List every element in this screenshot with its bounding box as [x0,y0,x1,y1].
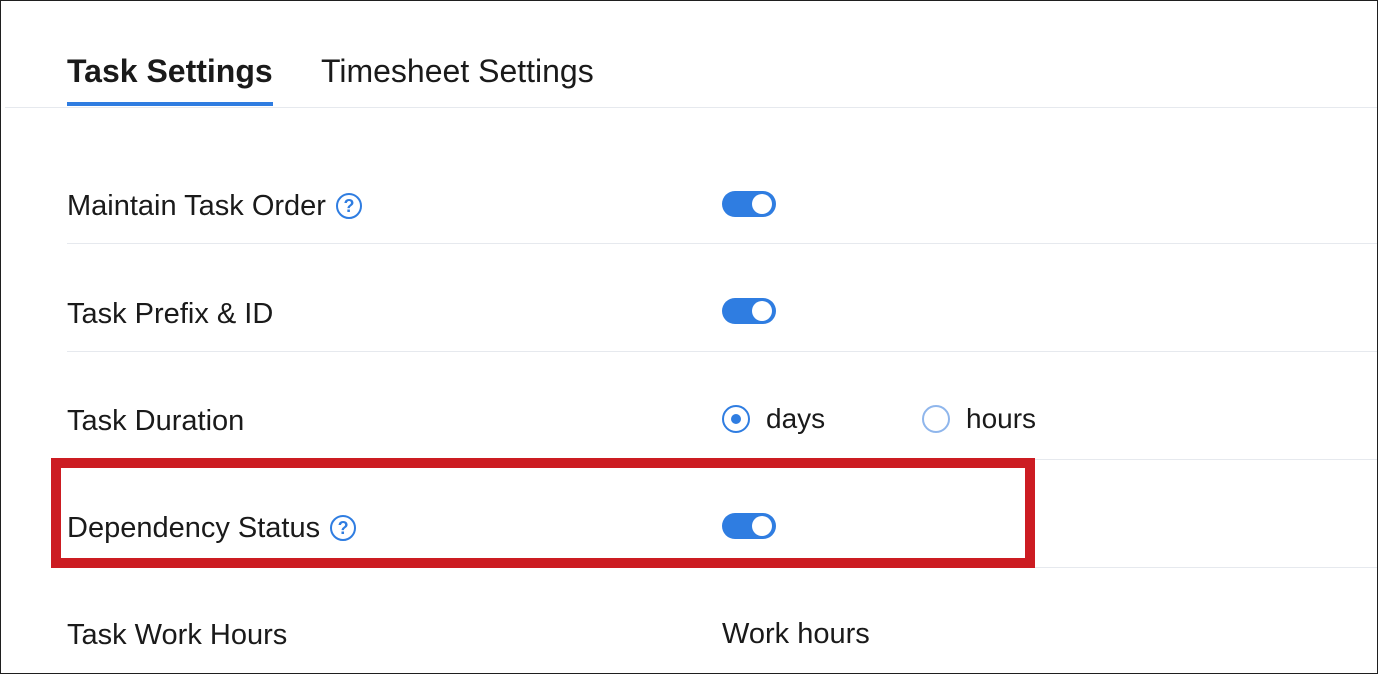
setting-row-task-prefix: Task Prefix & ID [67,243,1377,352]
duration-option-days[interactable]: days [722,403,825,435]
toggle-knob [752,194,772,214]
task-duration-label: Task Duration [67,405,245,437]
task-prefix-label: Task Prefix & ID [67,298,274,330]
dependency-status-label: Dependency Status [67,512,321,544]
maintain-task-order-label: Maintain Task Order [67,190,326,222]
hours-label: hours [966,403,1037,434]
days-label: days [766,403,826,434]
setting-row-task-work-hours: Task Work Hours Work hours [67,567,1377,675]
task-prefix-toggle[interactable] [722,298,776,324]
maintain-task-order-toggle[interactable] [722,191,776,217]
task-work-hours-label: Task Work Hours [67,619,288,651]
setting-row-task-duration: Task Duration days hours [67,351,1377,460]
setting-label: Dependency Status ? [67,511,357,545]
setting-label: Task Prefix & ID [67,297,273,331]
setting-label: Task Duration [67,404,244,438]
duration-option-hours[interactable]: hours [922,403,1036,435]
tab-timesheet-settings[interactable]: Timesheet Settings [321,53,594,89]
help-icon[interactable]: ? [335,193,362,219]
settings-panel: Task Settings Timesheet Settings Maintai… [0,0,1378,674]
toggle-knob [752,301,772,321]
work-hours-value[interactable]: Work hours [722,618,870,651]
setting-label: Maintain Task Order ? [67,189,362,223]
help-icon[interactable]: ? [330,515,357,541]
setting-row-maintain-task-order: Maintain Task Order ? [67,135,1377,244]
radio-hours[interactable] [922,405,950,433]
settings-tabs: Task Settings Timesheet Settings [5,1,1377,108]
toggle-knob [752,516,772,536]
setting-row-dependency-status: Dependency Status ? [67,459,1377,568]
radio-days[interactable] [722,405,750,433]
tab-task-settings[interactable]: Task Settings [67,53,273,106]
dependency-status-toggle[interactable] [722,513,776,539]
setting-label: Task Work Hours [67,618,287,652]
